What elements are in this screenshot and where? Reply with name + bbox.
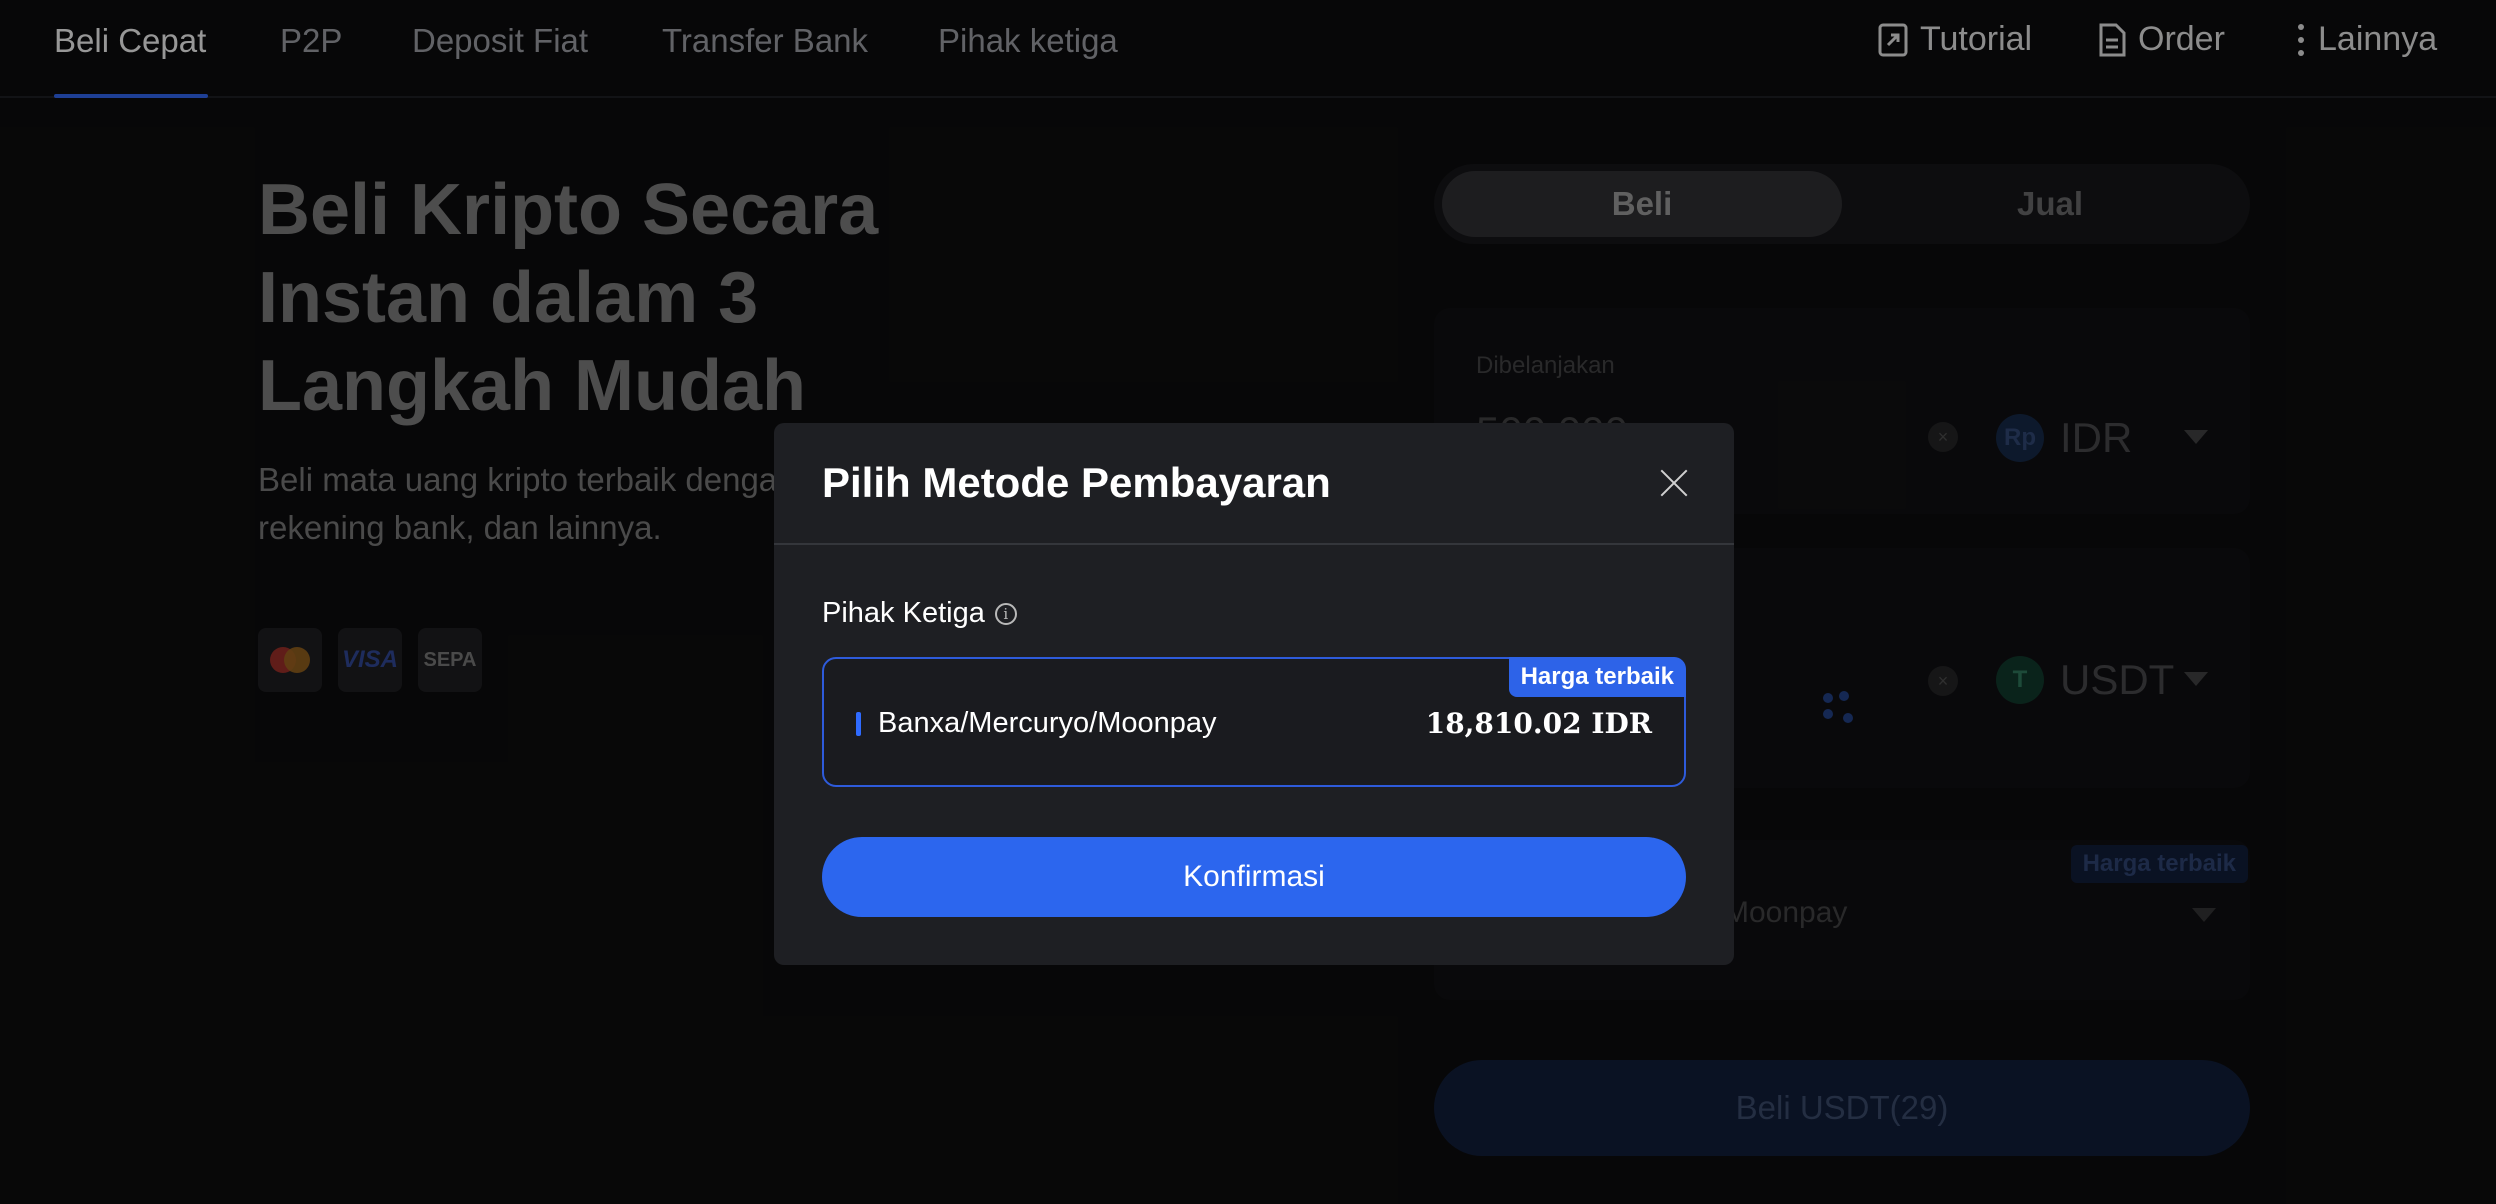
third-party-section: Pihak Ketiga i: [822, 597, 1017, 630]
best-price-badge: Harga terbaik: [1508, 657, 1686, 697]
info-glyph: i: [1003, 604, 1009, 623]
option-indicator: [856, 712, 861, 736]
option-price: 18,810.02 IDR: [1425, 707, 1652, 740]
close-icon[interactable]: [1656, 465, 1692, 501]
modal-title: Pilih Metode Pembayaran: [822, 459, 1331, 506]
option-provider-name: Banxa/Mercuryo/Moonpay: [878, 707, 1217, 739]
payment-method-modal: Pilih Metode Pembayaran Pihak Ketiga i H…: [774, 423, 1734, 965]
modal-divider: [774, 543, 1734, 545]
payment-option-banxa[interactable]: Harga terbaik Banxa/Mercuryo/Moonpay 18,…: [822, 657, 1686, 787]
confirm-button[interactable]: Konfirmasi: [822, 837, 1686, 917]
info-icon[interactable]: i: [994, 602, 1017, 625]
section-label: Pihak Ketiga: [822, 597, 985, 629]
